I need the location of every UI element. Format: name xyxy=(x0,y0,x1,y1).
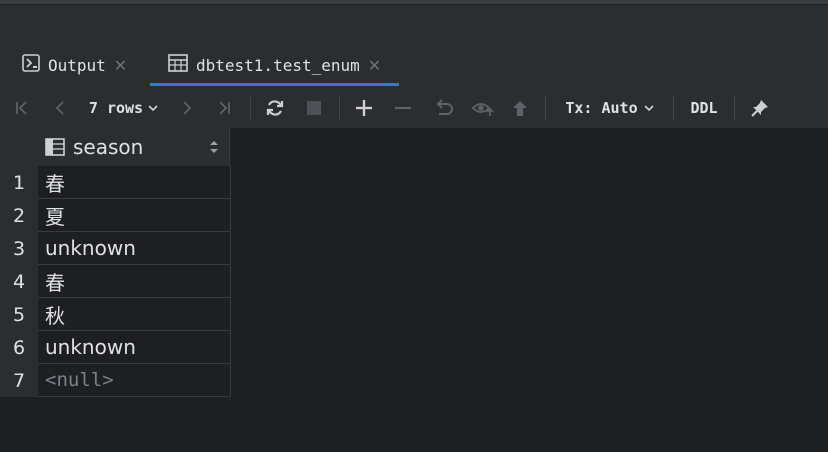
arrow-up-icon xyxy=(513,101,527,116)
table-row[interactable]: 3 unknown xyxy=(0,232,231,265)
table-row[interactable]: 7 <null> xyxy=(0,364,231,397)
stop-icon xyxy=(307,101,321,115)
row-number-header xyxy=(0,128,38,166)
table-cell[interactable]: 秋 xyxy=(38,298,231,331)
chevron-right-icon xyxy=(183,101,192,115)
tab-label: Output xyxy=(48,55,106,75)
transaction-mode-dropdown[interactable]: Tx: Auto xyxy=(560,88,660,128)
column-name: season xyxy=(73,135,144,159)
row-number: 5 xyxy=(0,298,38,331)
top-divider xyxy=(0,4,828,5)
table-row[interactable]: 2 夏 xyxy=(0,199,231,232)
row-number: 6 xyxy=(0,331,38,364)
tab-test-enum[interactable]: dbtest1.test_enum ✕ xyxy=(150,44,400,86)
table-cell-null[interactable]: <null> xyxy=(38,364,231,397)
active-tab-indicator xyxy=(150,83,400,86)
first-page-button[interactable] xyxy=(10,88,34,128)
transaction-mode-label: Tx: Auto xyxy=(565,99,638,117)
first-page-icon xyxy=(16,101,27,115)
column-icon xyxy=(45,138,65,156)
preview-pending-changes-button[interactable] xyxy=(469,88,497,128)
table-icon xyxy=(168,54,188,76)
toolbar-divider xyxy=(250,95,251,121)
eye-upload-icon xyxy=(471,103,494,116)
table-row[interactable]: 4 春 xyxy=(0,265,231,298)
delete-row-button[interactable] xyxy=(391,88,415,128)
row-number: 3 xyxy=(0,232,38,265)
row-number: 1 xyxy=(0,166,38,199)
row-number: 4 xyxy=(0,265,38,298)
chevron-left-icon xyxy=(55,101,64,115)
table-row[interactable]: 1 春 xyxy=(0,166,231,199)
table-row[interactable]: 5 秋 xyxy=(0,298,231,331)
toolbar-divider xyxy=(734,95,735,121)
toolbar-divider xyxy=(545,95,546,121)
next-page-button[interactable] xyxy=(175,88,199,128)
ddl-button[interactable]: DDL xyxy=(684,88,724,128)
undo-icon xyxy=(436,99,453,115)
table-cell[interactable]: 夏 xyxy=(38,199,231,232)
add-row-button[interactable] xyxy=(351,88,377,128)
last-page-icon xyxy=(219,101,230,115)
rows-count-label: 7 rows xyxy=(88,99,144,117)
table-cell[interactable]: unknown xyxy=(38,232,231,265)
toolbar-divider xyxy=(339,95,340,121)
minus-icon xyxy=(395,106,411,110)
column-header-season[interactable]: season xyxy=(38,128,230,166)
results-grid: season 1 春 2 夏 3 unknown 4 春 5 秋 6 unkno… xyxy=(0,128,828,452)
chevron-down-icon xyxy=(148,105,158,112)
submit-button[interactable] xyxy=(508,88,532,128)
toolbar-divider xyxy=(673,95,674,121)
row-number: 7 xyxy=(0,364,38,397)
table-cell[interactable]: unknown xyxy=(38,331,231,364)
row-number: 2 xyxy=(0,199,38,232)
table-cell[interactable]: 春 xyxy=(38,166,231,199)
refresh-icon xyxy=(266,100,284,116)
previous-page-button[interactable] xyxy=(48,88,72,128)
stop-button[interactable] xyxy=(302,88,326,128)
last-page-button[interactable] xyxy=(212,88,236,128)
console-icon xyxy=(22,54,40,76)
pin-icon xyxy=(751,100,768,117)
close-icon[interactable]: ✕ xyxy=(114,56,127,75)
chevron-down-icon xyxy=(644,105,654,112)
tab-label: dbtest1.test_enum xyxy=(196,55,360,75)
tab-output[interactable]: Output ✕ xyxy=(22,44,127,86)
table-row[interactable]: 6 unknown xyxy=(0,331,231,364)
rows-count-dropdown[interactable]: 7 rows xyxy=(84,88,164,128)
results-toolbar: 7 rows Tx: Auto DDL xyxy=(0,88,828,128)
tab-bar: Output ✕ dbtest1.test_enum ✕ xyxy=(0,44,828,86)
plus-icon xyxy=(356,100,372,116)
refresh-button[interactable] xyxy=(262,88,288,128)
pin-tab-button[interactable] xyxy=(747,88,773,128)
ddl-label: DDL xyxy=(690,99,718,117)
revert-button[interactable] xyxy=(430,88,456,128)
sort-icon[interactable] xyxy=(209,139,219,159)
close-icon[interactable]: ✕ xyxy=(368,56,381,75)
table-cell[interactable]: 春 xyxy=(38,265,231,298)
